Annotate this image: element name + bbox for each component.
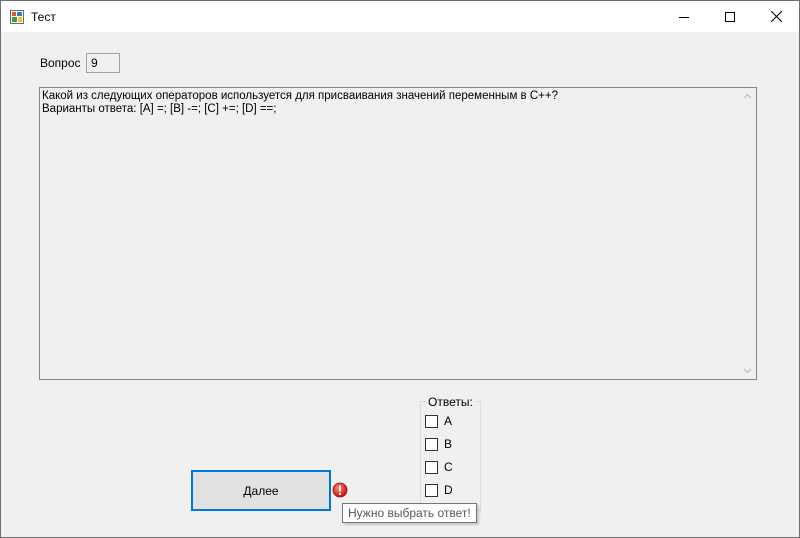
close-button[interactable] — [753, 1, 799, 32]
checkbox-b[interactable] — [425, 437, 438, 451]
answer-label-c: C — [444, 460, 453, 474]
question-text-area[interactable]: Какой из следующих операторов использует… — [39, 87, 757, 380]
scroll-up-icon[interactable] — [743, 92, 752, 101]
maximize-button[interactable] — [707, 1, 753, 32]
minimize-icon — [679, 16, 689, 18]
title-bar[interactable]: Тест — [1, 1, 799, 32]
close-icon — [770, 11, 782, 22]
checkbox-c[interactable] — [425, 460, 438, 474]
error-tooltip: Нужно выбрать ответ! — [342, 503, 477, 523]
vertical-scrollbar[interactable] — [739, 88, 756, 379]
error-icon — [332, 482, 348, 498]
answers-group-title: Ответы: — [425, 395, 476, 409]
question-text: Какой из следующих операторов использует… — [42, 90, 558, 115]
answer-option-b[interactable]: B — [425, 436, 452, 452]
minimize-button[interactable] — [661, 1, 707, 32]
maximize-icon — [725, 11, 735, 22]
next-button[interactable]: Далее — [191, 470, 331, 511]
checkbox-d[interactable] — [425, 483, 438, 497]
app-icon — [10, 10, 24, 24]
app-window: Тест Вопрос 9 Какой из следующих операто… — [0, 0, 800, 538]
question-number-field[interactable]: 9 — [86, 53, 120, 73]
checkbox-a[interactable] — [425, 414, 438, 428]
answer-label-d: D — [444, 483, 453, 497]
answer-label-b: B — [444, 437, 453, 451]
answer-option-c[interactable]: C — [425, 459, 453, 475]
scroll-down-icon[interactable] — [743, 366, 752, 375]
answer-option-d[interactable]: D — [425, 482, 453, 498]
question-label: Вопрос — [40, 56, 81, 70]
answer-label-a: A — [444, 414, 453, 428]
window-title: Тест — [31, 10, 56, 24]
answer-option-a[interactable]: A — [425, 413, 452, 429]
